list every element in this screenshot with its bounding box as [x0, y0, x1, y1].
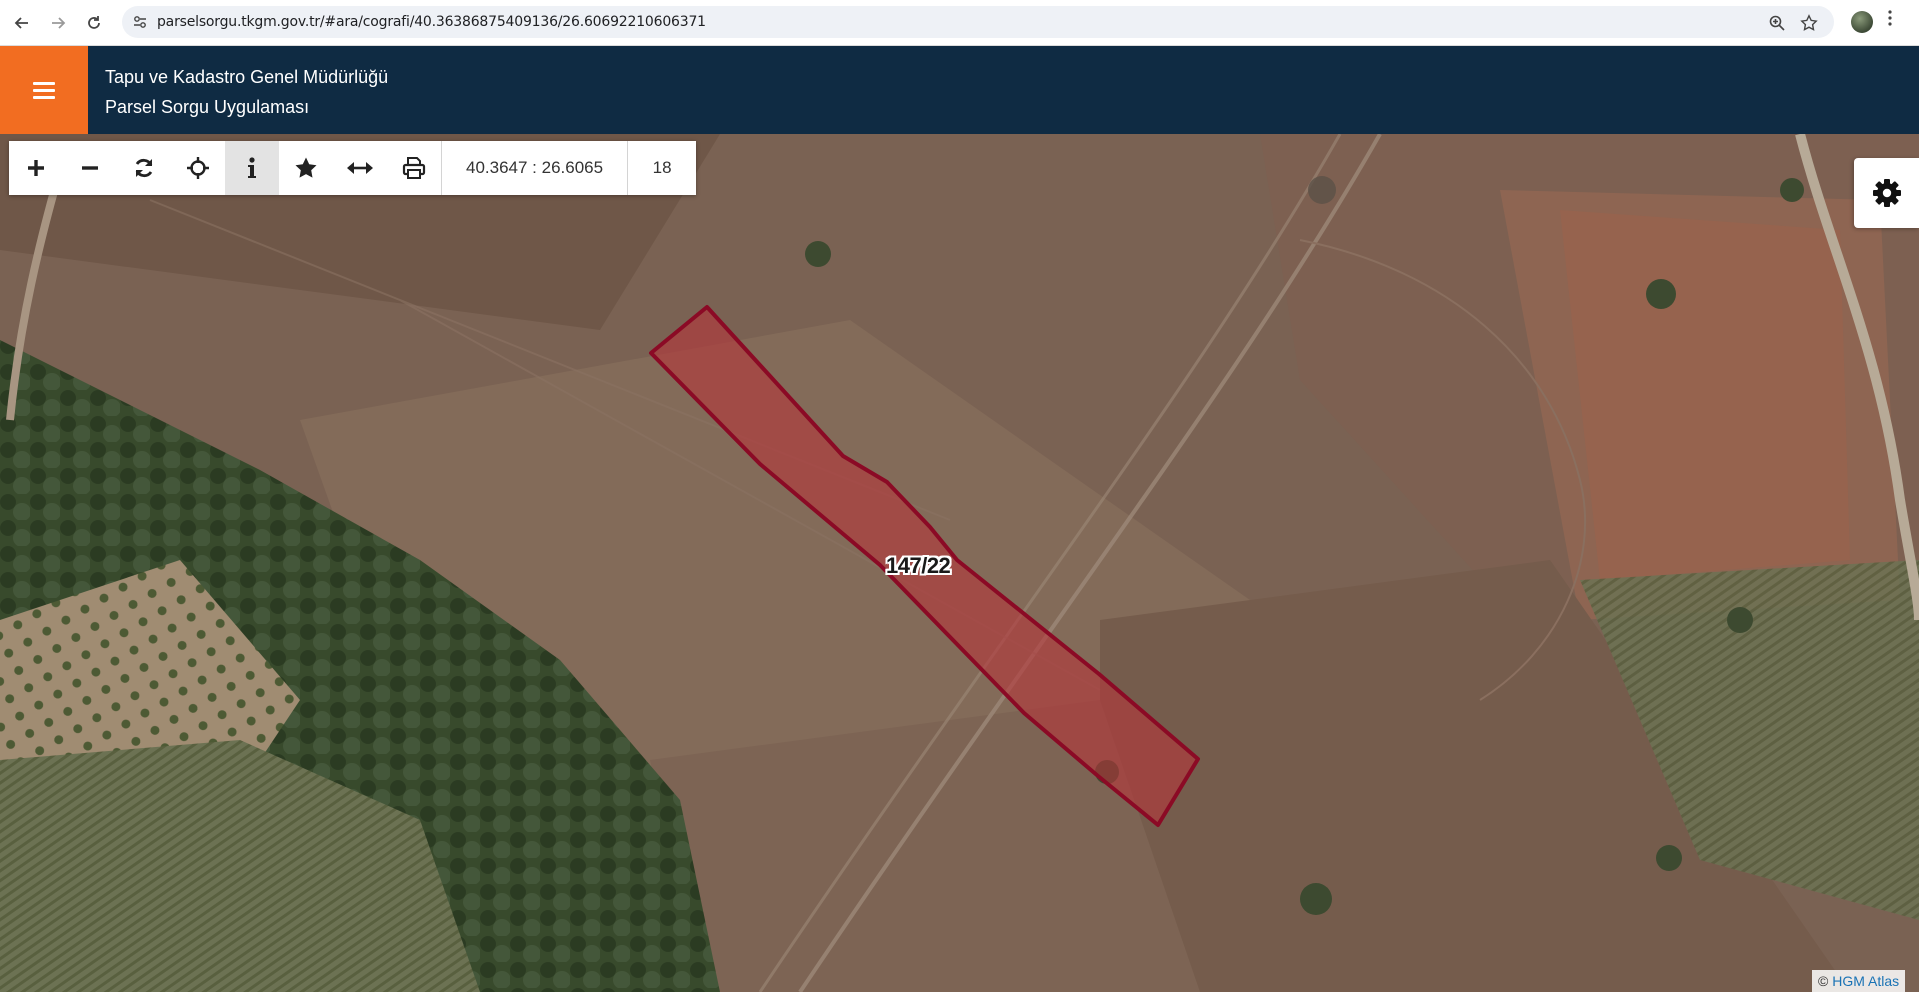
gear-icon	[1872, 179, 1901, 207]
copyright-symbol: ©	[1818, 973, 1829, 989]
settings-button[interactable]	[1854, 158, 1919, 228]
measure-button[interactable]	[333, 141, 387, 195]
arrows-horizontal-icon	[347, 162, 373, 174]
browser-menu-button[interactable]	[1888, 10, 1892, 31]
arrow-right-icon	[52, 17, 66, 29]
info-button[interactable]	[225, 141, 279, 195]
minus-icon	[82, 166, 98, 170]
address-bar[interactable]: parselsorgu.tkgm.gov.tr/#ara/cografi/40.…	[122, 6, 1834, 38]
zoom-out-button[interactable]	[63, 141, 117, 195]
refresh-button[interactable]	[117, 141, 171, 195]
reload-icon	[88, 16, 100, 29]
hamburger-icon	[33, 81, 55, 85]
crosshair-icon	[187, 157, 209, 179]
map-attribution: © HGM Atlas	[1812, 970, 1906, 992]
url-text[interactable]: parselsorgu.tkgm.gov.tr/#ara/cografi/40.…	[157, 14, 706, 30]
coordinates-display: 40.3647 : 26.6065	[441, 141, 627, 195]
zoom-in-button[interactable]	[9, 141, 63, 195]
print-button[interactable]	[387, 141, 441, 195]
bookmark-star-icon[interactable]	[1800, 14, 1818, 32]
arrow-left-icon	[14, 17, 28, 29]
parcel-polygon[interactable]	[0, 134, 1919, 992]
zoom-icon[interactable]	[1768, 14, 1786, 32]
favorites-button[interactable]	[279, 141, 333, 195]
zoom-level-display: 18	[627, 141, 696, 195]
browser-toolbar: parselsorgu.tkgm.gov.tr/#ara/cografi/40.…	[0, 0, 1919, 46]
menu-button[interactable]	[0, 46, 88, 134]
printer-icon	[402, 157, 426, 179]
locate-button[interactable]	[171, 141, 225, 195]
parcel-number-label: 147/22	[886, 553, 951, 578]
plus-icon	[28, 160, 44, 176]
star-icon	[295, 157, 317, 178]
attribution-link[interactable]: HGM Atlas	[1832, 973, 1899, 989]
organization-name: Tapu ve Kadastro Genel Müdürlüğü	[105, 67, 389, 87]
map-view[interactable]	[0, 134, 1919, 992]
back-button[interactable]	[8, 9, 36, 37]
reload-button[interactable]	[80, 9, 108, 37]
app-title: Tapu ve Kadastro Genel Müdürlüğü Parsel …	[105, 62, 388, 122]
application-name: Parsel Sorgu Uygulaması	[105, 97, 310, 117]
refresh-icon	[135, 158, 153, 178]
map-toolbar: 40.3647 : 26.6065 18	[9, 141, 697, 195]
kebab-menu-icon	[1888, 10, 1892, 26]
info-icon	[248, 157, 256, 178]
forward-button[interactable]	[44, 9, 72, 37]
profile-avatar[interactable]	[1851, 11, 1873, 33]
app-header: Tapu ve Kadastro Genel Müdürlüğü Parsel …	[0, 46, 1919, 134]
site-settings-icon[interactable]	[132, 14, 148, 30]
